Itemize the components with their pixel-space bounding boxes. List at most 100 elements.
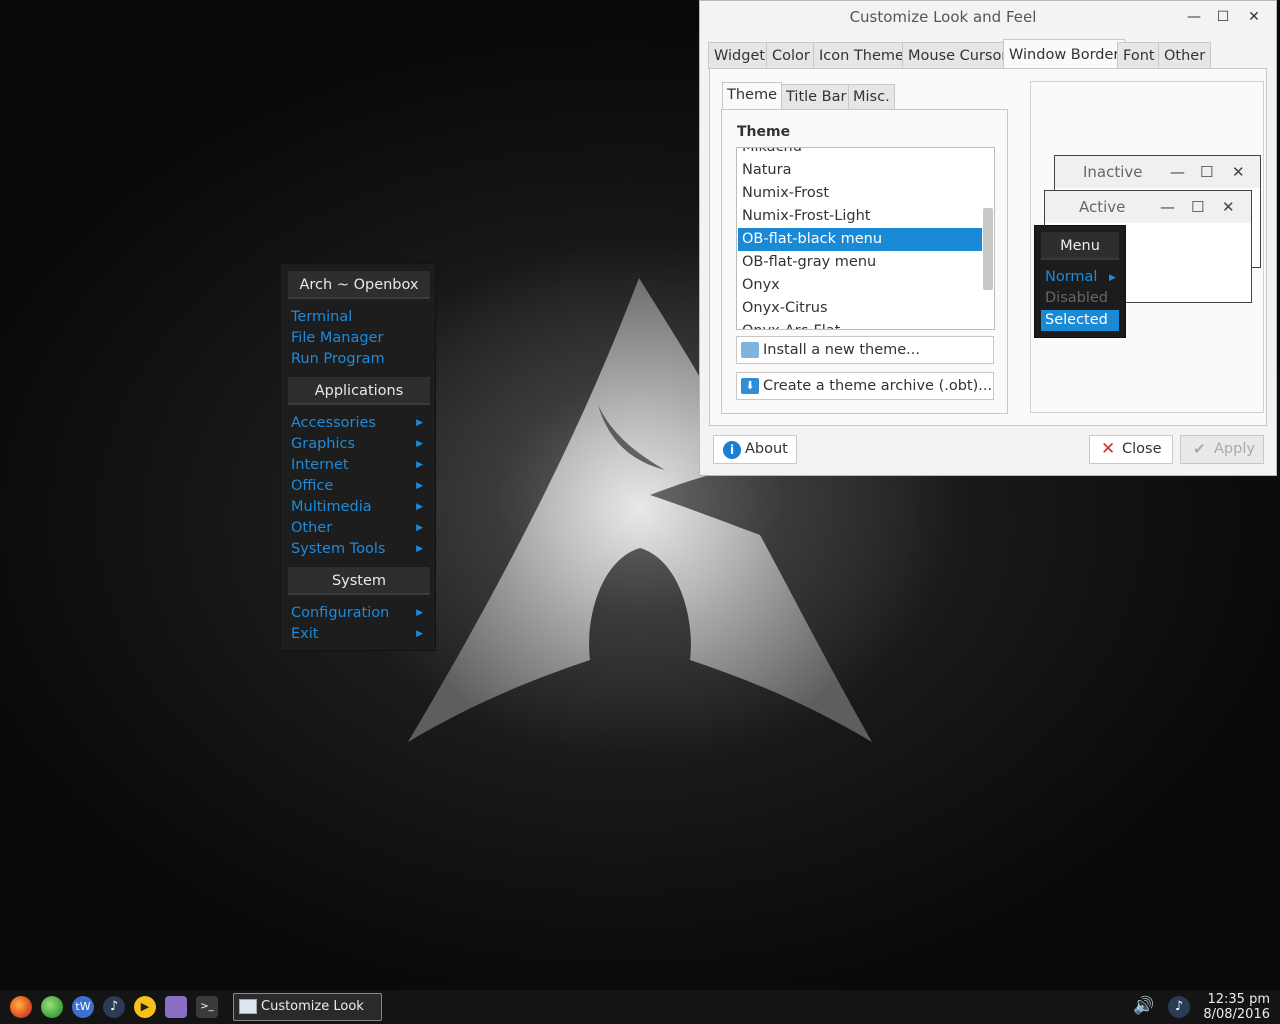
menu-item-terminal[interactable]: Terminal <box>291 307 431 328</box>
theme-subpanel: Theme Mikachu Natura Numix-Frost Numix-F… <box>721 109 1008 414</box>
apply-label: Apply <box>1214 441 1255 457</box>
menu-item-label: System Tools <box>291 541 386 557</box>
theme-preview-pane: Inactive — ☐ ✕ Active — ☐ ✕ Menu Normal … <box>1030 81 1264 413</box>
menu-item-label: Exit <box>291 626 319 642</box>
menu-item-label: Accessories <box>291 415 376 431</box>
preview-menu: Menu Normal ▶ Disabled Selected <box>1034 225 1126 338</box>
taskbar-window-button[interactable]: Customize Look an... <box>233 993 382 1021</box>
customize-look-and-feel-window: Customize Look and Feel — ☐ ✕ Widget Col… <box>699 0 1277 476</box>
tw-icon[interactable]: tW <box>72 996 94 1018</box>
menu-item-configuration[interactable]: Configuration ▶ <box>291 603 431 624</box>
menu-item-run-program[interactable]: Run Program <box>291 349 431 370</box>
menu-item-label: Internet <box>291 457 349 473</box>
maximize-icon: ☐ <box>1191 198 1205 216</box>
music-tray-icon[interactable]: ♪ <box>1168 996 1190 1018</box>
volume-icon[interactable]: 🔊 <box>1133 996 1154 1016</box>
submenu-arrow-icon: ▶ <box>416 608 423 618</box>
close-icon: ✕ <box>1232 163 1245 181</box>
menu-item-exit[interactable]: Exit ▶ <box>291 624 431 645</box>
theme-list-item[interactable]: OB-flat-gray menu <box>738 251 982 274</box>
menu-item-label: Graphics <box>291 436 356 452</box>
menu-item-multimedia[interactable]: Multimedia ▶ <box>291 497 431 518</box>
preview-active-title: Active <box>1079 198 1126 216</box>
submenu-arrow-icon: ▶ <box>416 439 423 449</box>
taskbar: tW ♪ ▶ >_ Customize Look an... 🔊 ♪ 12:35… <box>0 990 1280 1024</box>
theme-section-label: Theme <box>737 124 791 140</box>
theme-list-scrollbar[interactable] <box>983 208 993 290</box>
install-theme-label: Install a new theme... <box>763 342 921 358</box>
subtab-misc[interactable]: Misc. <box>848 84 895 110</box>
theme-list[interactable]: Mikachu Natura Numix-Frost Numix-Frost-L… <box>736 147 995 330</box>
menu-item-office[interactable]: Office ▶ <box>291 476 431 497</box>
theme-list-item-selected[interactable]: OB-flat-black menu <box>738 228 982 251</box>
close-button[interactable]: ✕ Close <box>1089 435 1173 464</box>
menu-header-applications: Applications <box>288 377 430 405</box>
firefox-icon[interactable] <box>10 996 32 1018</box>
menu-item-system-tools[interactable]: System Tools ▶ <box>291 539 431 560</box>
preview-active-titlebar: Active — ☐ ✕ <box>1045 191 1251 223</box>
menu-header-title: Arch ~ Openbox <box>288 271 430 299</box>
theme-list-item[interactable]: Mikachu <box>738 148 982 159</box>
about-label: About <box>745 441 788 457</box>
minimize-icon: — <box>1170 163 1185 181</box>
maximize-icon: ☐ <box>1200 163 1214 181</box>
tab-font[interactable]: Font <box>1117 42 1161 69</box>
preview-inactive-title: Inactive <box>1083 163 1143 181</box>
menu-item-file-manager[interactable]: File Manager <box>291 328 431 349</box>
tab-widget[interactable]: Widget <box>708 42 772 69</box>
menu-item-accessories[interactable]: Accessories ▶ <box>291 413 431 434</box>
theme-list-item[interactable]: Onyx <box>738 274 982 297</box>
tab-mouse-cursor[interactable]: Mouse Cursor <box>902 42 1014 69</box>
folder-icon <box>741 342 759 358</box>
preview-menu-selected: Selected <box>1041 310 1119 331</box>
submenu-arrow-icon: ▶ <box>416 460 423 470</box>
menu-item-other[interactable]: Other ▶ <box>291 518 431 539</box>
clock[interactable]: 12:35 pm 8/08/2016 <box>1203 992 1270 1022</box>
submenu-arrow-icon: ▶ <box>416 418 423 428</box>
install-theme-button[interactable]: Install a new theme... <box>736 336 994 364</box>
tab-icon-theme[interactable]: Icon Theme <box>813 42 910 69</box>
theme-list-item[interactable]: Numix-Frost-Light <box>738 205 982 228</box>
checkmark-icon: ✔ <box>1193 440 1206 458</box>
create-archive-label: Create a theme archive (.obt)... <box>763 378 993 394</box>
tab-other[interactable]: Other <box>1158 42 1212 69</box>
subtab-theme[interactable]: Theme <box>722 82 783 110</box>
create-archive-button[interactable]: ⬇ Create a theme archive (.obt)... <box>736 372 994 400</box>
clock-date: 8/08/2016 <box>1203 1007 1270 1022</box>
maximize-icon[interactable]: ☐ <box>1213 7 1233 27</box>
submenu-arrow-icon: ▶ <box>1109 273 1116 283</box>
close-icon[interactable]: ✕ <box>1244 7 1264 27</box>
window-titlebar[interactable]: Customize Look and Feel — ☐ ✕ <box>700 1 1276 33</box>
theme-list-item[interactable]: Natura <box>738 159 982 182</box>
about-button[interactable]: i About <box>713 435 797 464</box>
subtab-title-bar[interactable]: Title Bar <box>781 84 852 110</box>
tab-window-border[interactable]: Window Border <box>1003 39 1126 69</box>
preview-menu-normal: Normal <box>1045 269 1098 285</box>
close-icon: ✕ <box>1222 198 1235 216</box>
openbox-root-menu: Arch ~ Openbox Terminal File Manager Run… <box>280 263 436 651</box>
preview-menu-title: Menu <box>1041 232 1119 260</box>
info-icon: i <box>723 441 741 459</box>
folder-icon[interactable] <box>165 996 187 1018</box>
clock-time: 12:35 pm <box>1207 992 1270 1007</box>
globe-icon[interactable] <box>41 996 63 1018</box>
media-player-icon[interactable]: ▶ <box>134 996 156 1018</box>
menu-item-graphics[interactable]: Graphics ▶ <box>291 434 431 455</box>
tab-color[interactable]: Color <box>766 42 816 69</box>
apply-button[interactable]: ✔ Apply <box>1180 435 1264 464</box>
theme-list-item[interactable]: Onyx-Arc-Flat <box>738 320 982 329</box>
submenu-arrow-icon: ▶ <box>416 629 423 639</box>
music-icon[interactable]: ♪ <box>103 996 125 1018</box>
menu-item-label: Office <box>291 478 334 494</box>
theme-list-item[interactable]: Onyx-Citrus <box>738 297 982 320</box>
terminal-icon[interactable]: >_ <box>196 996 218 1018</box>
menu-item-internet[interactable]: Internet ▶ <box>291 455 431 476</box>
minimize-icon: — <box>1160 198 1175 216</box>
menu-item-label: Other <box>291 520 333 536</box>
minimize-icon[interactable]: — <box>1184 7 1204 27</box>
submenu-arrow-icon: ▶ <box>416 481 423 491</box>
theme-list-item[interactable]: Numix-Frost <box>738 182 982 205</box>
close-label: Close <box>1122 441 1162 457</box>
window-border-panel: Theme Title Bar Misc. Theme Mikachu Natu… <box>709 68 1267 426</box>
window-title: Customize Look and Feel <box>849 8 1037 26</box>
